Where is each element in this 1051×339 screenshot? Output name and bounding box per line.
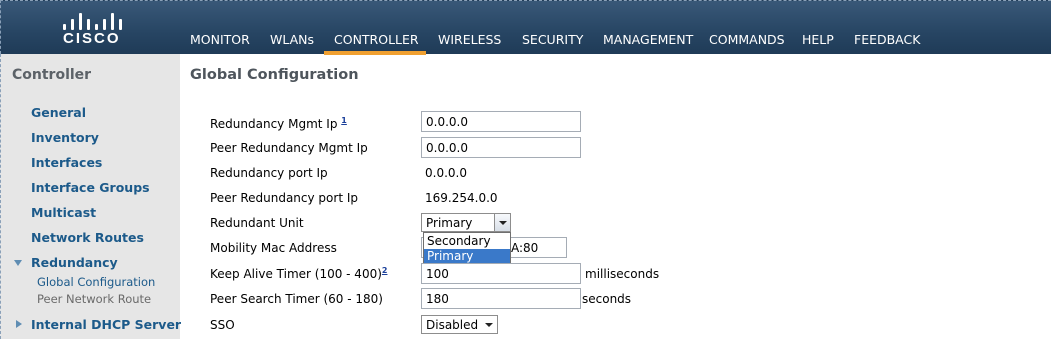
active-tab-underline	[324, 51, 426, 55]
redundancy-port-ip-label: Redundancy port Ip	[210, 166, 328, 180]
sidebar-item-multicast[interactable]: Multicast	[31, 205, 96, 220]
redundant-unit-label: Redundant Unit	[210, 216, 304, 230]
nav-management[interactable]: MANAGEMENT	[603, 32, 693, 47]
nav-security[interactable]: SECURITY	[522, 32, 583, 47]
redundant-unit-select[interactable]: Primary	[421, 213, 511, 232]
nav-help[interactable]: HELP	[802, 32, 834, 47]
mobility-mac-address-value: A:80	[511, 241, 539, 255]
mobility-mac-address-label: Mobility Mac Address	[210, 241, 337, 255]
sidebar-item-inventory[interactable]: Inventory	[31, 130, 99, 145]
cisco-logo-bars-icon	[61, 8, 122, 30]
peer-redundancy-mgmt-ip-label: Peer Redundancy Mgmt Ip	[210, 141, 368, 155]
sidebar-item-interface-groups[interactable]: Interface Groups	[31, 180, 150, 195]
sso-label: SSO	[210, 318, 235, 332]
keep-alive-timer-input[interactable]: 100	[421, 263, 581, 284]
redundant-unit-selected: Primary	[426, 216, 473, 230]
peer-redundancy-port-ip-label: Peer Redundancy port Ip	[210, 191, 358, 205]
sso-selected: Disabled	[426, 318, 479, 332]
top-nav-bar: CISCO MONITOR WLANs CONTROLLER WIRELESS …	[0, 0, 1051, 55]
redundancy-mgmt-ip-label: Redundancy Mgmt Ip 1	[210, 116, 347, 131]
sso-select[interactable]: Disabled	[421, 315, 498, 334]
peer-redundancy-mgmt-ip-input[interactable]: 0.0.0.0	[421, 137, 581, 158]
cisco-logo: CISCO	[57, 8, 127, 48]
footnote-1-link[interactable]: 1	[341, 116, 347, 125]
chevron-down-icon[interactable]	[481, 316, 497, 333]
footnote-2-link[interactable]: 2	[382, 266, 388, 275]
nav-monitor[interactable]: MONITOR	[190, 32, 250, 47]
nav-feedback[interactable]: FEEDBACK	[854, 32, 920, 47]
option-primary[interactable]: Primary	[424, 249, 510, 264]
keep-alive-timer-label: Keep Alive Timer (100 - 400)2	[210, 266, 387, 281]
sidebar-item-interfaces[interactable]: Interfaces	[31, 155, 102, 170]
expand-right-icon[interactable]	[16, 320, 22, 328]
redundancy-mgmt-ip-input[interactable]: 0.0.0.0	[421, 111, 581, 132]
sidebar-subitem-peer-network-route[interactable]: Peer Network Route	[37, 292, 151, 306]
sidebar-title: Controller	[12, 67, 92, 83]
sidebar-item-internal-dhcp-server[interactable]: Internal DHCP Server	[31, 317, 181, 332]
redundancy-mgmt-ip-label-text: Redundancy Mgmt Ip	[210, 117, 338, 131]
redundancy-port-ip-value: 0.0.0.0	[425, 166, 467, 180]
sidebar: Controller General Inventory Interfaces …	[0, 54, 181, 339]
sidebar-item-network-routes[interactable]: Network Routes	[31, 230, 144, 245]
peer-search-unit: seconds	[582, 292, 632, 306]
keep-alive-unit: milliseconds	[585, 267, 660, 281]
chevron-down-icon[interactable]	[494, 214, 510, 231]
page-title: Global Configuration	[190, 67, 359, 83]
expand-down-icon[interactable]	[14, 260, 22, 266]
nav-wireless[interactable]: WIRELESS	[438, 32, 501, 47]
keep-alive-timer-label-text: Keep Alive Timer (100 - 400)	[210, 267, 382, 281]
peer-redundancy-port-ip-value: 169.254.0.0	[425, 191, 498, 205]
nav-wlans[interactable]: WLANs	[270, 32, 314, 47]
nav-commands[interactable]: COMMANDS	[709, 32, 785, 47]
peer-search-timer-label: Peer Search Timer (60 - 180)	[210, 292, 383, 306]
brand-name: CISCO	[63, 30, 121, 47]
sidebar-item-redundancy[interactable]: Redundancy	[31, 255, 118, 270]
peer-search-timer-input[interactable]: 180	[421, 288, 581, 309]
option-secondary[interactable]: Secondary	[424, 234, 510, 249]
redundant-unit-options-list: Secondary Primary	[423, 232, 511, 264]
sidebar-subitem-global-configuration[interactable]: Global Configuration	[37, 275, 155, 289]
sidebar-item-general[interactable]: General	[31, 105, 86, 120]
nav-controller[interactable]: CONTROLLER	[334, 32, 419, 47]
